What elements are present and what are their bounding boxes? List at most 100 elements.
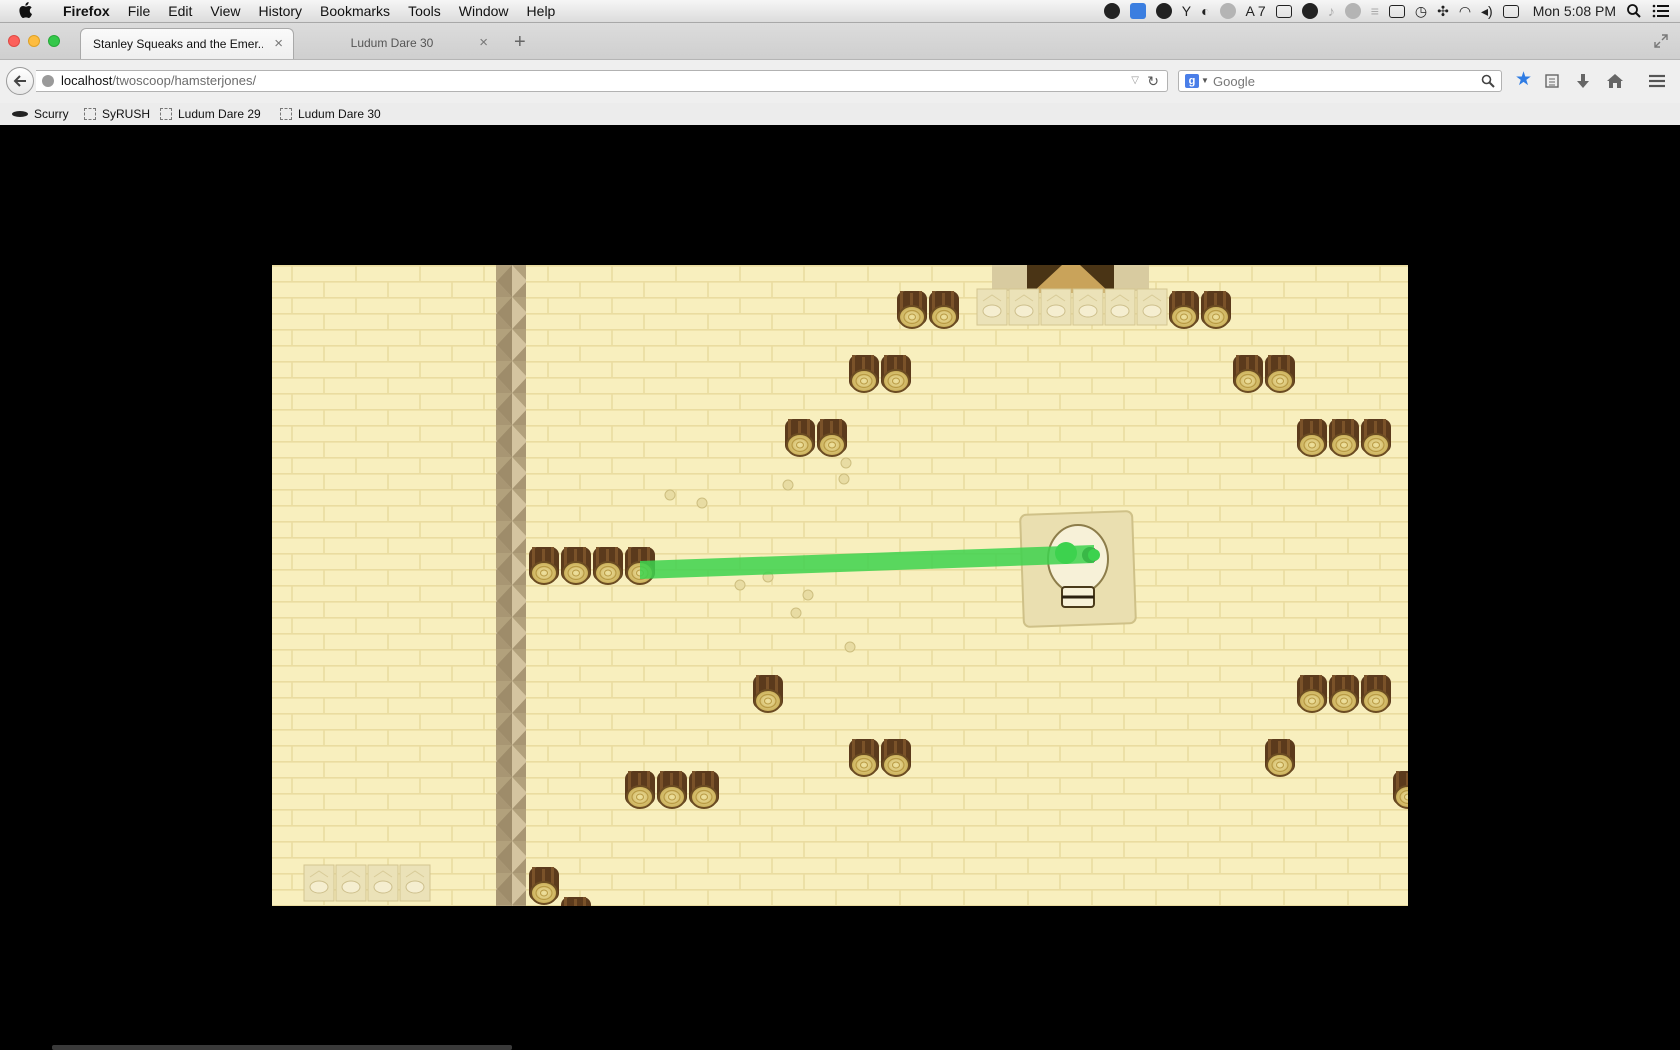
- spotlight-icon[interactable]: [1626, 3, 1642, 19]
- log-obstacle: [752, 674, 784, 713]
- laser-emitter: [1088, 549, 1100, 561]
- bookmarks-list-icon[interactable]: [1544, 73, 1562, 91]
- stone-block: [1040, 288, 1072, 326]
- url-history-dropdown-icon[interactable]: ▽: [1131, 71, 1139, 91]
- menu-bookmarks[interactable]: Bookmarks: [311, 0, 399, 22]
- download-icon[interactable]: [1575, 73, 1593, 91]
- apple-menu-icon[interactable]: [18, 2, 36, 20]
- menu-help[interactable]: Help: [518, 0, 565, 22]
- pebble: [790, 607, 802, 619]
- menu-window[interactable]: Window: [450, 0, 518, 22]
- tab-active[interactable]: Stanley Squeaks and the Emer... ×: [80, 28, 294, 59]
- search-engine-dropdown-icon[interactable]: ▼: [1201, 71, 1209, 91]
- font-icon: A: [1245, 3, 1255, 19]
- bookmarks-toolbar: Scurry SyRUSH Ludum Dare 29 Ludum Dare 3…: [0, 103, 1680, 126]
- menu-edit[interactable]: Edit: [159, 0, 201, 22]
- log-obstacle: [1264, 738, 1296, 777]
- log-obstacle: [896, 290, 928, 329]
- wifi-icon[interactable]: ◠: [1459, 3, 1471, 19]
- tab-title: Ludum Dare 30: [350, 36, 434, 50]
- cloud-icon[interactable]: [1219, 3, 1236, 19]
- new-tab-button[interactable]: +: [514, 32, 526, 52]
- stone-block: [1104, 288, 1136, 326]
- home-icon[interactable]: [1606, 73, 1624, 91]
- horizontal-scrollbar[interactable]: [52, 1045, 512, 1050]
- page-icon: [280, 108, 292, 120]
- bookmark-ludum-dare-30[interactable]: Ludum Dare 30: [280, 103, 381, 125]
- airplay-icon[interactable]: [1388, 4, 1405, 18]
- url-bar[interactable]: localhost/twoscoop/hamsterjones/ ▽ ↻: [36, 70, 1168, 92]
- stone-block: [303, 864, 335, 902]
- window-zoom-button[interactable]: [48, 35, 60, 47]
- volume-icon[interactable]: ◂): [1481, 3, 1493, 19]
- evernote-helper-icon[interactable]: [1103, 3, 1120, 19]
- menu-view[interactable]: View: [201, 0, 249, 22]
- menubar-clock[interactable]: Mon 5:08 PM: [1533, 0, 1616, 22]
- menu-file[interactable]: File: [119, 0, 160, 22]
- log-obstacle: [1328, 674, 1360, 713]
- search-icon[interactable]: [1481, 74, 1495, 88]
- notification-indicator[interactable]: A 7: [1246, 0, 1266, 22]
- fullscreen-icon[interactable]: [1654, 34, 1668, 48]
- stone-pillar: [496, 265, 526, 906]
- log-obstacle: [784, 418, 816, 457]
- pebble: [802, 589, 814, 601]
- navigation-bar: localhost/twoscoop/hamsterjones/ ▽ ↻ g ▼…: [0, 59, 1680, 104]
- pebble: [734, 579, 746, 591]
- url-path: /twoscoop/hamsterjones/: [112, 73, 257, 88]
- stone-block: [1136, 288, 1168, 326]
- menu-history[interactable]: History: [249, 0, 311, 22]
- bookmark-ludum-dare-29[interactable]: Ludum Dare 29: [160, 103, 261, 125]
- menu-tools[interactable]: Tools: [399, 0, 450, 22]
- activity-icon[interactable]: [1502, 4, 1519, 18]
- bars-icon[interactable]: ≡: [1371, 3, 1379, 19]
- sync-icon[interactable]: [1155, 3, 1172, 19]
- search-input[interactable]: [1213, 71, 1463, 91]
- window-close-button[interactable]: [8, 35, 20, 47]
- log-obstacle: [1360, 418, 1392, 457]
- bookmark-syrush[interactable]: SyRUSH: [84, 103, 150, 125]
- tab-close-icon[interactable]: ×: [274, 29, 283, 59]
- person-icon[interactable]: [1344, 3, 1361, 19]
- reload-icon[interactable]: ↻: [1147, 71, 1159, 91]
- back-button[interactable]: [6, 67, 34, 95]
- log-obstacle: [1360, 674, 1392, 713]
- game-canvas[interactable]: [272, 265, 1408, 906]
- time-machine-icon[interactable]: ◷: [1415, 3, 1427, 19]
- bell-icon[interactable]: ♪: [1328, 3, 1335, 19]
- page-icon: [160, 108, 172, 120]
- log-obstacle: [560, 896, 592, 906]
- bookmark-star-icon[interactable]: ★: [1515, 70, 1533, 89]
- chat-bubble-icon[interactable]: [1301, 3, 1318, 19]
- tab-inactive[interactable]: Ludum Dare 30 ×: [300, 28, 498, 59]
- notification-center-icon[interactable]: [1652, 3, 1670, 19]
- game-scene: [272, 265, 1408, 906]
- elephant-icon[interactable]: ◐: [1201, 3, 1209, 19]
- log-obstacle: [816, 418, 848, 457]
- log-obstacle: [880, 354, 912, 393]
- fork-icon[interactable]: Y: [1182, 3, 1191, 19]
- bookmark-label: Ludum Dare 30: [298, 107, 381, 121]
- bookmark-label: Ludum Dare 29: [178, 107, 261, 121]
- google-engine-icon[interactable]: g: [1185, 74, 1199, 88]
- bluetooth-icon[interactable]: ✣: [1437, 3, 1449, 19]
- back-arrow-icon: [13, 75, 26, 87]
- url-text[interactable]: localhost/twoscoop/hamsterjones/: [61, 71, 256, 91]
- log-obstacle: [688, 770, 720, 809]
- log-obstacle: [1296, 674, 1328, 713]
- pebble: [838, 473, 850, 485]
- bookmark-scurry[interactable]: Scurry: [12, 103, 69, 125]
- app-menu-firefox[interactable]: Firefox: [54, 0, 119, 22]
- log-obstacle: [1264, 354, 1296, 393]
- tab-close-icon[interactable]: ×: [479, 28, 488, 58]
- menu-bar: Firefox File Edit View History Bookmarks…: [0, 0, 1680, 23]
- window-icon[interactable]: [1275, 4, 1292, 18]
- site-identity-icon[interactable]: [42, 75, 54, 87]
- stone-block: [399, 864, 431, 902]
- window-minimize-button[interactable]: [28, 35, 40, 47]
- log-obstacle: [560, 546, 592, 585]
- log-obstacle: [1328, 418, 1360, 457]
- dropbox-icon[interactable]: [1129, 3, 1146, 19]
- notification-count: 7: [1257, 3, 1266, 19]
- hamburger-menu-icon[interactable]: [1648, 73, 1666, 91]
